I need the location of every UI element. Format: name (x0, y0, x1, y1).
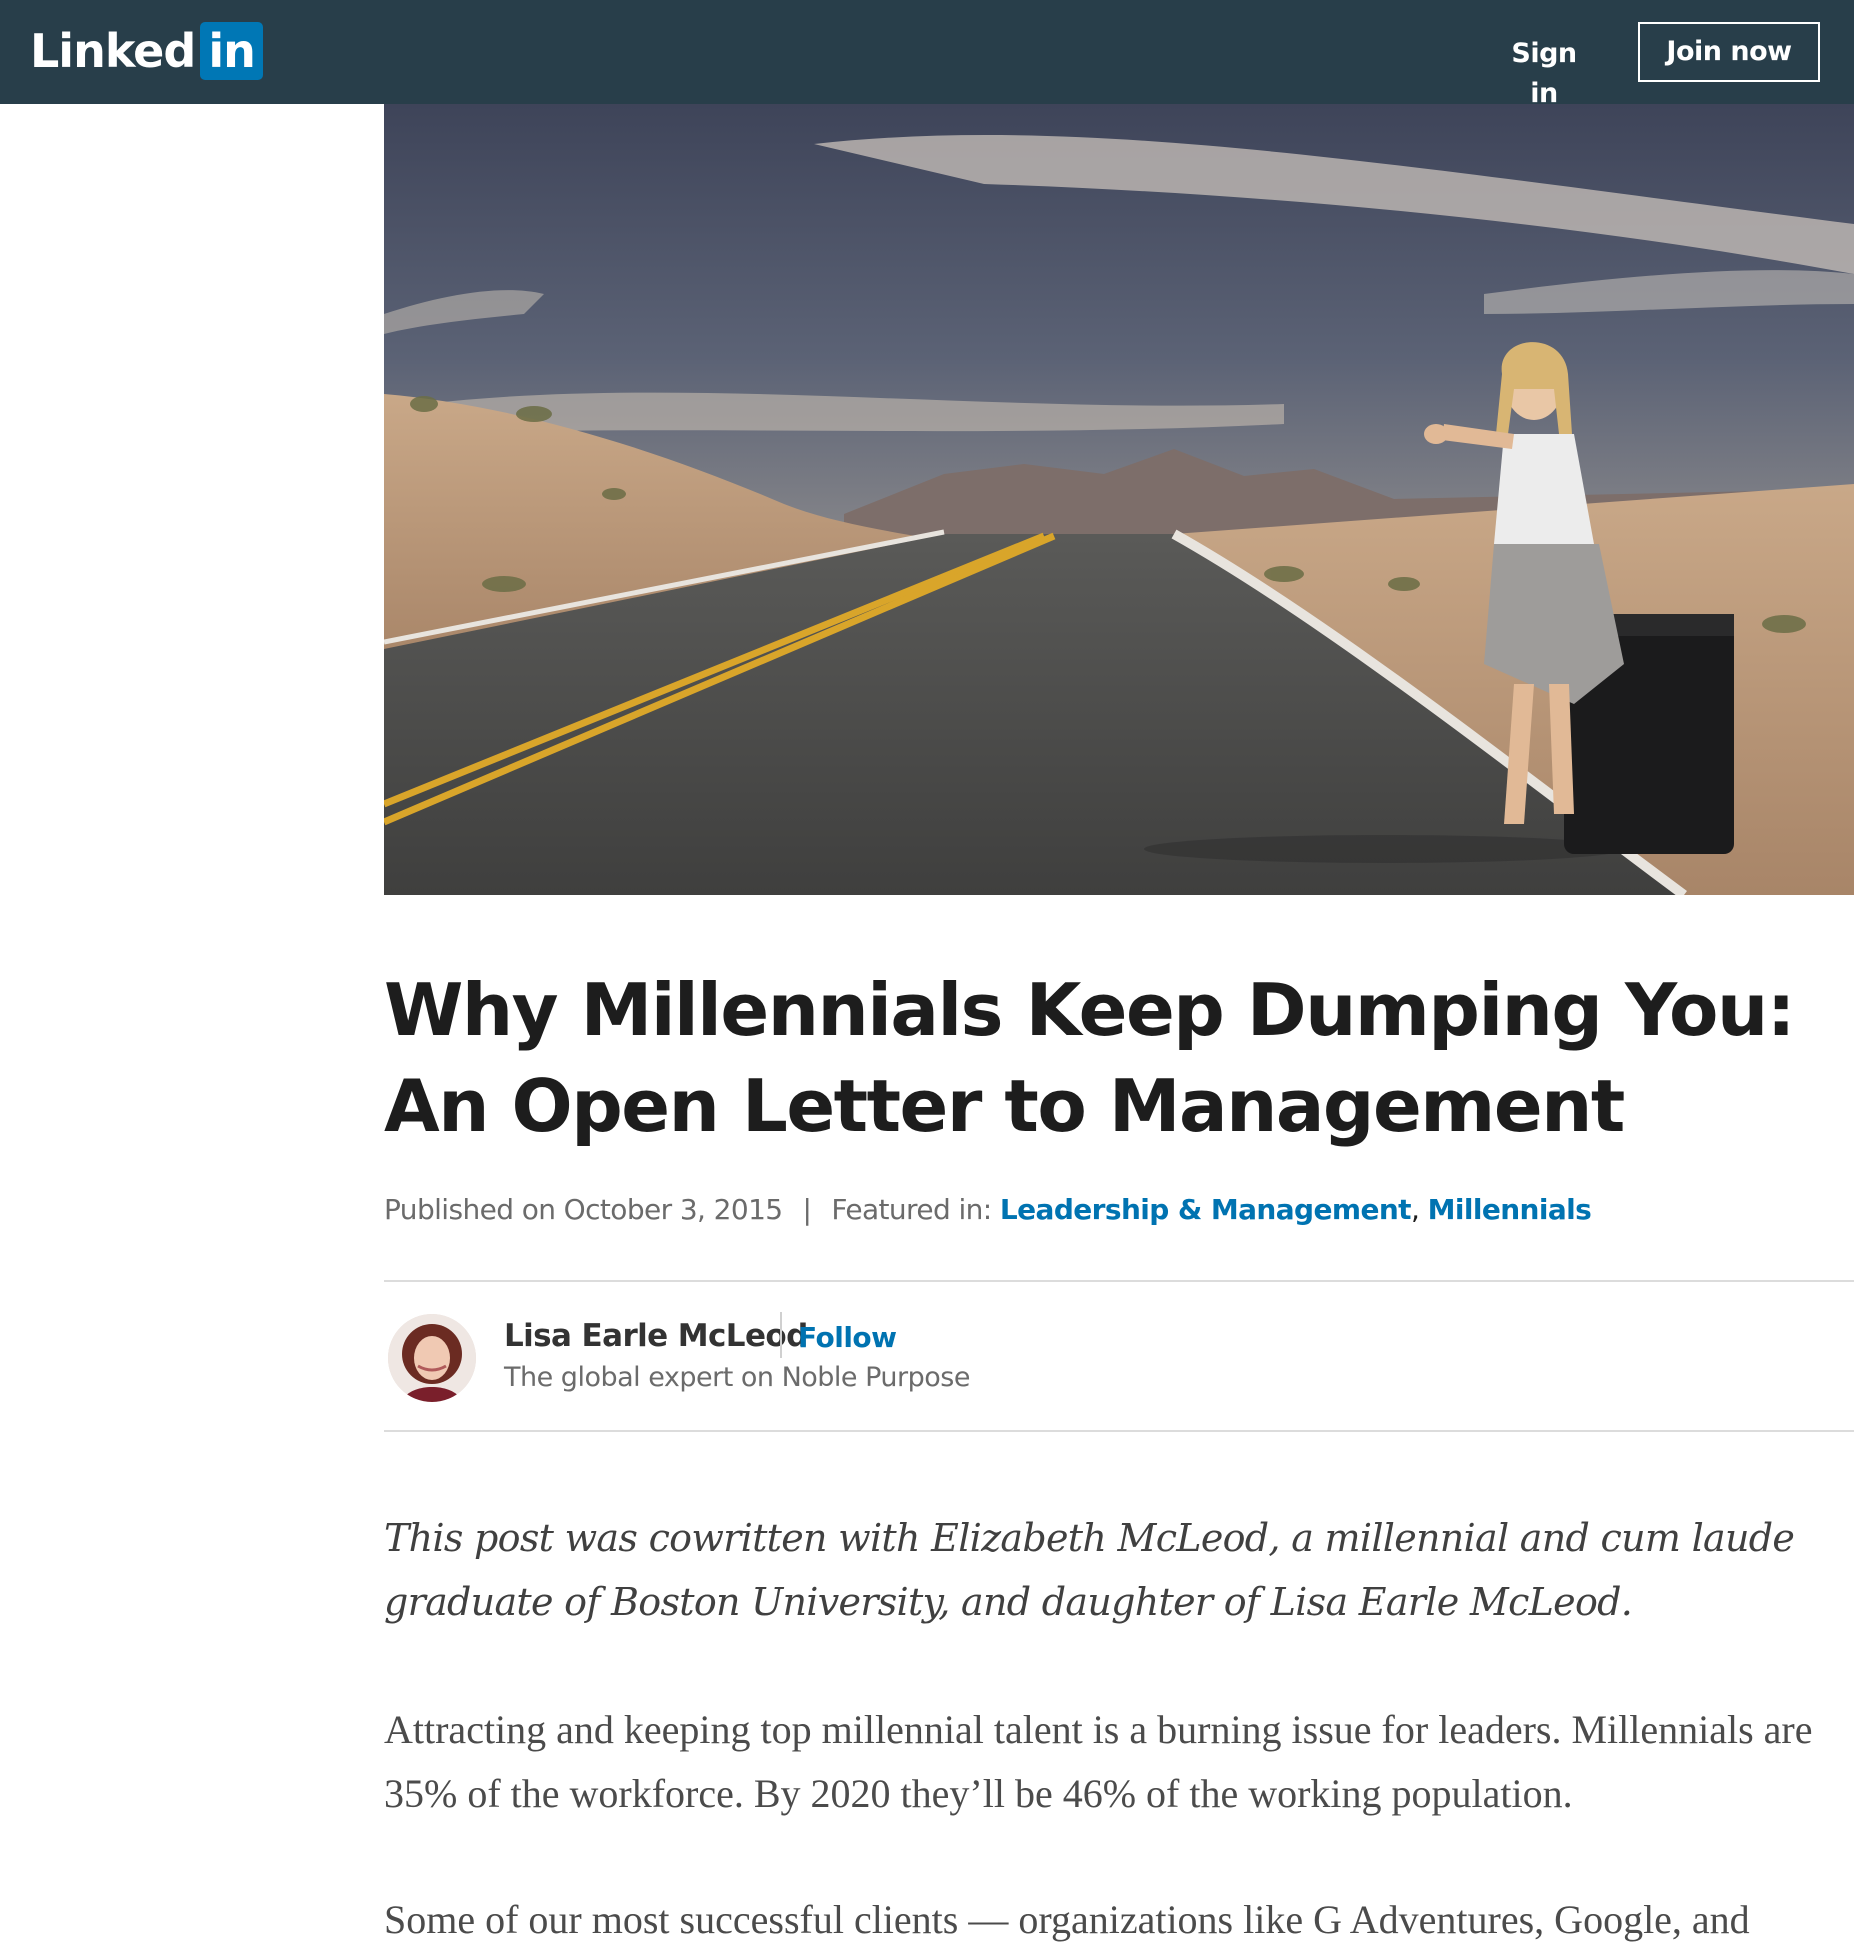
featured-comma: , (1410, 1193, 1420, 1226)
top-navbar: Linked in Sign in Join now (0, 0, 1854, 109)
featured-link-leadership[interactable]: Leadership & Management (1000, 1193, 1412, 1226)
published-date: Published on October 3, 2015 (384, 1193, 783, 1226)
featured-link-millennials[interactable]: Millennials (1428, 1193, 1592, 1226)
featured-label: Featured in: (831, 1193, 992, 1226)
body-paragraph-1: Attracting and keeping top millennial ta… (384, 1707, 1813, 1816)
join-now-button[interactable]: Join now (1638, 22, 1820, 82)
follow-divider (780, 1312, 782, 1358)
hero-photo (384, 104, 1854, 895)
intro-paragraph: This post was cowritten with Elizabeth M… (384, 1516, 1795, 1624)
hero-illustration (384, 104, 1854, 895)
sign-in-link[interactable]: Sign in (1498, 34, 1590, 109)
article-title: Why Millennials Keep Dumping You: An Ope… (384, 968, 1796, 1148)
author-headline: The global expert on Noble Purpose (504, 1362, 970, 1393)
avatar-image (388, 1314, 476, 1402)
logo-word: Linked (30, 24, 196, 78)
follow-button[interactable]: Follow (798, 1316, 897, 1360)
author-avatar[interactable] (388, 1314, 476, 1402)
author-name[interactable]: Lisa Earle McLeod (504, 1314, 808, 1358)
divider-top (384, 1280, 1854, 1282)
linkedin-logo[interactable]: Linked in (30, 22, 263, 80)
article-meta: Published on October 3, 2015 | Featured in… (384, 1190, 1592, 1230)
divider-bottom (384, 1430, 1854, 1432)
body-paragraph-2: Some of our most successful clients — or… (384, 1897, 1750, 1942)
logo-in-box: in (200, 22, 263, 80)
meta-separator: | (802, 1193, 812, 1226)
